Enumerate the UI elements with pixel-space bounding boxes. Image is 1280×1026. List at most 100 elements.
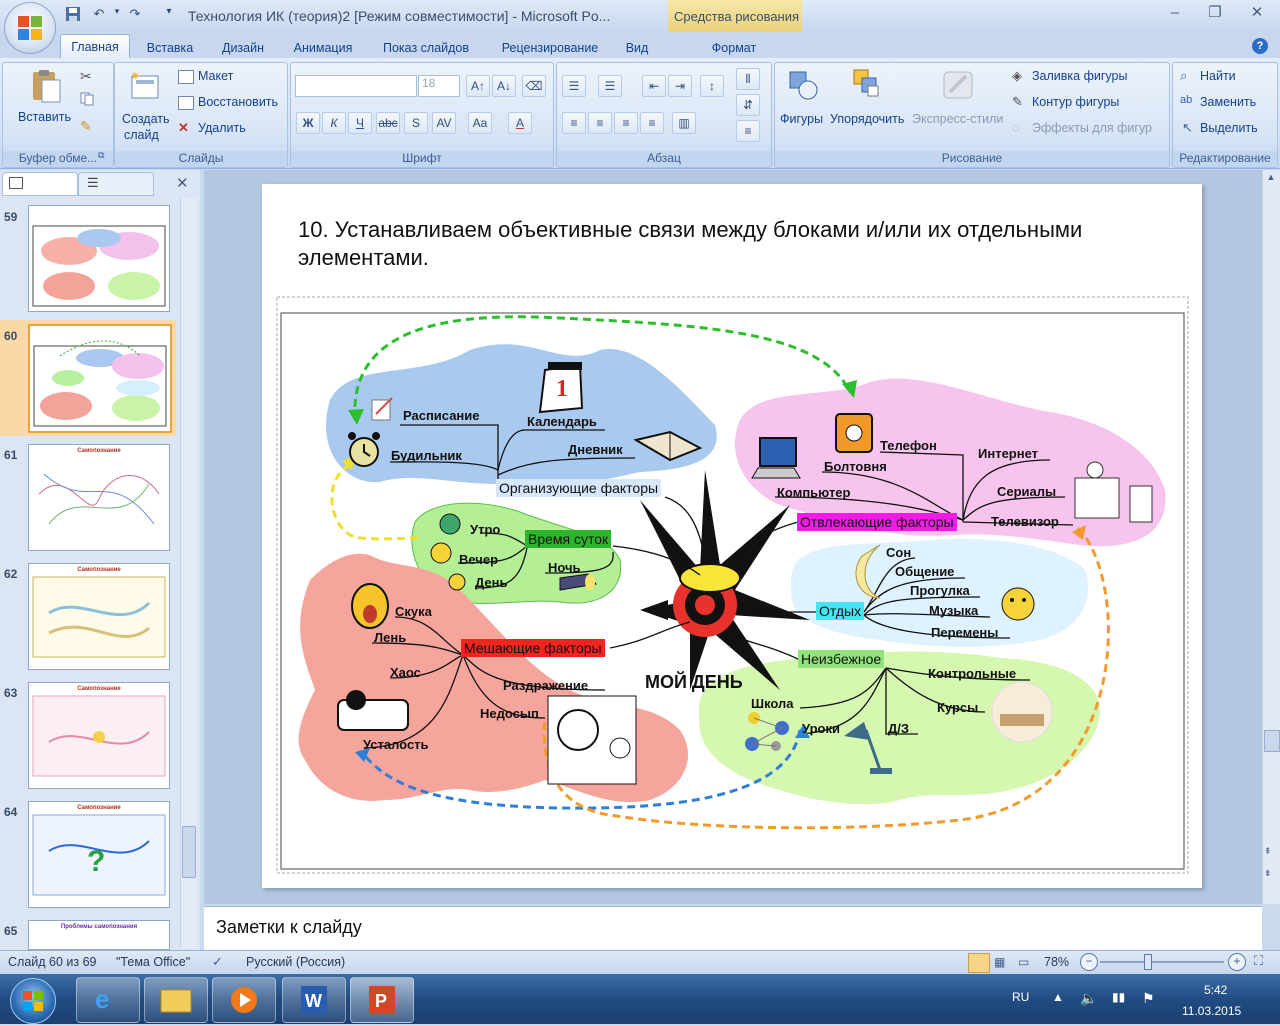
mm-courses[interactable]: Курсы [937, 700, 978, 715]
mm-chaos[interactable]: Хаос [390, 665, 421, 680]
line-spacing-icon[interactable]: ↕ [700, 75, 724, 97]
office-button[interactable] [4, 2, 56, 54]
tab-design[interactable]: Дизайн [214, 38, 272, 58]
notes-placeholder[interactable]: Заметки к слайду [216, 917, 362, 938]
tab-review[interactable]: Рецензирование [492, 38, 608, 58]
find-button[interactable]: Найти [1200, 69, 1236, 83]
notes-pane[interactable]: Заметки к слайду [204, 906, 1262, 951]
zoom-in-icon[interactable]: + [1228, 953, 1246, 971]
qat-customize-icon[interactable]: ▾ [160, 6, 178, 24]
mm-sleep[interactable]: Сон [886, 545, 911, 560]
tab-slideshow[interactable]: Показ слайдов [374, 38, 478, 58]
restore-button[interactable]: ❐ [1202, 3, 1228, 23]
taskbar-explorer[interactable] [144, 977, 208, 1023]
action-center-icon[interactable]: ⚑ [1142, 990, 1155, 1007]
mm-series[interactable]: Сериалы [997, 484, 1056, 499]
mm-computer[interactable]: Компьютер [777, 485, 850, 500]
minimize-button[interactable]: – [1162, 3, 1188, 23]
language-indicator[interactable]: Русский (Россия) [246, 955, 345, 969]
decrease-indent-icon[interactable]: ⇤ [642, 75, 666, 97]
tray-language[interactable]: RU [1012, 990, 1029, 1004]
scroll-up-icon[interactable]: ▲ [1264, 172, 1278, 186]
slide-thumbnail-61[interactable]: Самопознание [28, 444, 170, 551]
slide-thumbnail-62[interactable]: Самопознание [28, 563, 170, 670]
align-center-icon[interactable]: ≡ [588, 112, 612, 134]
tab-outline-view[interactable]: ☰ [78, 172, 154, 196]
mm-morning[interactable]: Утро [470, 522, 500, 537]
align-text-icon[interactable]: ≡ [736, 120, 760, 142]
save-icon[interactable] [64, 6, 82, 24]
sorter-view-icon[interactable]: ▦ [994, 955, 1005, 969]
slide-thumbnail-65[interactable]: Проблемы самопознания [28, 920, 170, 950]
zoom-level[interactable]: 78% [1044, 955, 1069, 969]
tab-insert[interactable]: Вставка [140, 38, 200, 58]
mm-school[interactable]: Школа [751, 696, 794, 711]
new-slide-icon[interactable]: ✷ [128, 69, 162, 102]
clear-format-icon[interactable]: ⌫ [522, 75, 546, 97]
mm-walk[interactable]: Прогулка [910, 583, 970, 598]
new-slide-label-1[interactable]: Создать [122, 112, 170, 126]
shadow-button[interactable]: S [404, 112, 428, 134]
shape-effects-button[interactable]: Эффекты для фигур [1032, 121, 1152, 135]
mm-time-of-day[interactable]: Время суток [525, 530, 612, 548]
reset-button[interactable]: Восстановить [198, 95, 278, 109]
columns-icon[interactable]: ⦀ [736, 68, 760, 90]
copy-icon[interactable] [80, 92, 94, 106]
align-right-icon[interactable]: ≡ [614, 112, 638, 134]
normal-view-icon[interactable] [968, 953, 990, 973]
grow-font-icon[interactable]: A↑ [466, 75, 490, 97]
tab-home[interactable]: Главная [60, 34, 130, 59]
clock-time[interactable]: 5:42 [1204, 983, 1227, 997]
zoom-out-icon[interactable]: − [1080, 953, 1098, 971]
numbering-icon[interactable]: ☰ [598, 75, 622, 97]
clock-date[interactable]: 11.03.2015 [1182, 1004, 1241, 1018]
mm-day[interactable]: День [475, 575, 508, 590]
mm-fatigue[interactable]: Усталость [363, 737, 429, 752]
fit-to-window-icon[interactable]: ⛶ [1254, 953, 1263, 969]
columns-split-icon[interactable]: ▥ [672, 112, 696, 134]
shapes-button[interactable]: Фигуры [780, 112, 823, 126]
mm-evening[interactable]: Вечер [459, 552, 498, 567]
mm-organizing-factors[interactable]: Организующие факторы [496, 479, 662, 497]
mm-center-label[interactable]: МОЙ ДЕНЬ [645, 672, 743, 693]
slide-thumbnail-59[interactable] [28, 205, 170, 312]
format-painter-icon[interactable]: ✎ [80, 118, 92, 135]
slide-thumbnail-60[interactable] [28, 324, 172, 433]
italic-button[interactable]: К [322, 112, 346, 134]
underline-button[interactable]: Ч [348, 112, 372, 134]
mm-internet[interactable]: Интернет [978, 446, 1038, 461]
mm-lessons[interactable]: Уроки [802, 721, 840, 736]
bold-button[interactable]: Ж [296, 112, 320, 134]
slideshow-view-icon[interactable]: ▭ [1018, 955, 1029, 969]
mm-diary[interactable]: Дневник [568, 442, 623, 457]
layout-button[interactable]: Макет [198, 69, 233, 83]
prev-slide-icon[interactable]: ⇞ [1264, 846, 1272, 857]
bullets-icon[interactable]: ☰ [562, 75, 586, 97]
mm-tv[interactable]: Телевизор [991, 514, 1059, 529]
justify-icon[interactable]: ≡ [640, 112, 664, 134]
taskbar-powerpoint[interactable]: P [350, 977, 414, 1023]
mm-tests[interactable]: Контрольные [928, 666, 1016, 681]
text-direction-icon[interactable]: ⇵ [736, 94, 760, 116]
close-pane-icon[interactable]: ✕ [176, 174, 189, 192]
next-slide-icon[interactable]: ⇟ [1264, 868, 1272, 879]
paste-icon[interactable] [28, 68, 64, 104]
font-name-dropdown[interactable] [295, 75, 417, 97]
slide-thumbnail-63[interactable]: Самопознание [28, 682, 170, 789]
tab-animation[interactable]: Анимация [286, 38, 360, 58]
volume-icon[interactable]: 🔈 [1080, 990, 1097, 1007]
vertical-scroll-thumb[interactable] [1264, 730, 1280, 752]
undo-icon[interactable]: ↶ [90, 6, 108, 24]
mm-chatter[interactable]: Болтовня [824, 459, 887, 474]
slide-thumbnail-64[interactable]: Самопознание ? [28, 801, 170, 908]
shape-fill-button[interactable]: Заливка фигуры [1032, 69, 1127, 83]
close-button[interactable]: ✕ [1244, 3, 1270, 23]
network-icon[interactable]: ▮▮ [1112, 990, 1125, 1004]
mm-homework[interactable]: Д/З [888, 721, 909, 736]
strikethrough-button[interactable]: abc [376, 112, 400, 134]
mm-rest[interactable]: Отдых [816, 602, 865, 620]
new-slide-label-2[interactable]: слайд [124, 128, 159, 142]
theme-name[interactable]: "Тема Office" [116, 955, 190, 969]
quick-styles-icon[interactable] [940, 68, 976, 102]
mm-night[interactable]: Ночь [548, 560, 581, 575]
